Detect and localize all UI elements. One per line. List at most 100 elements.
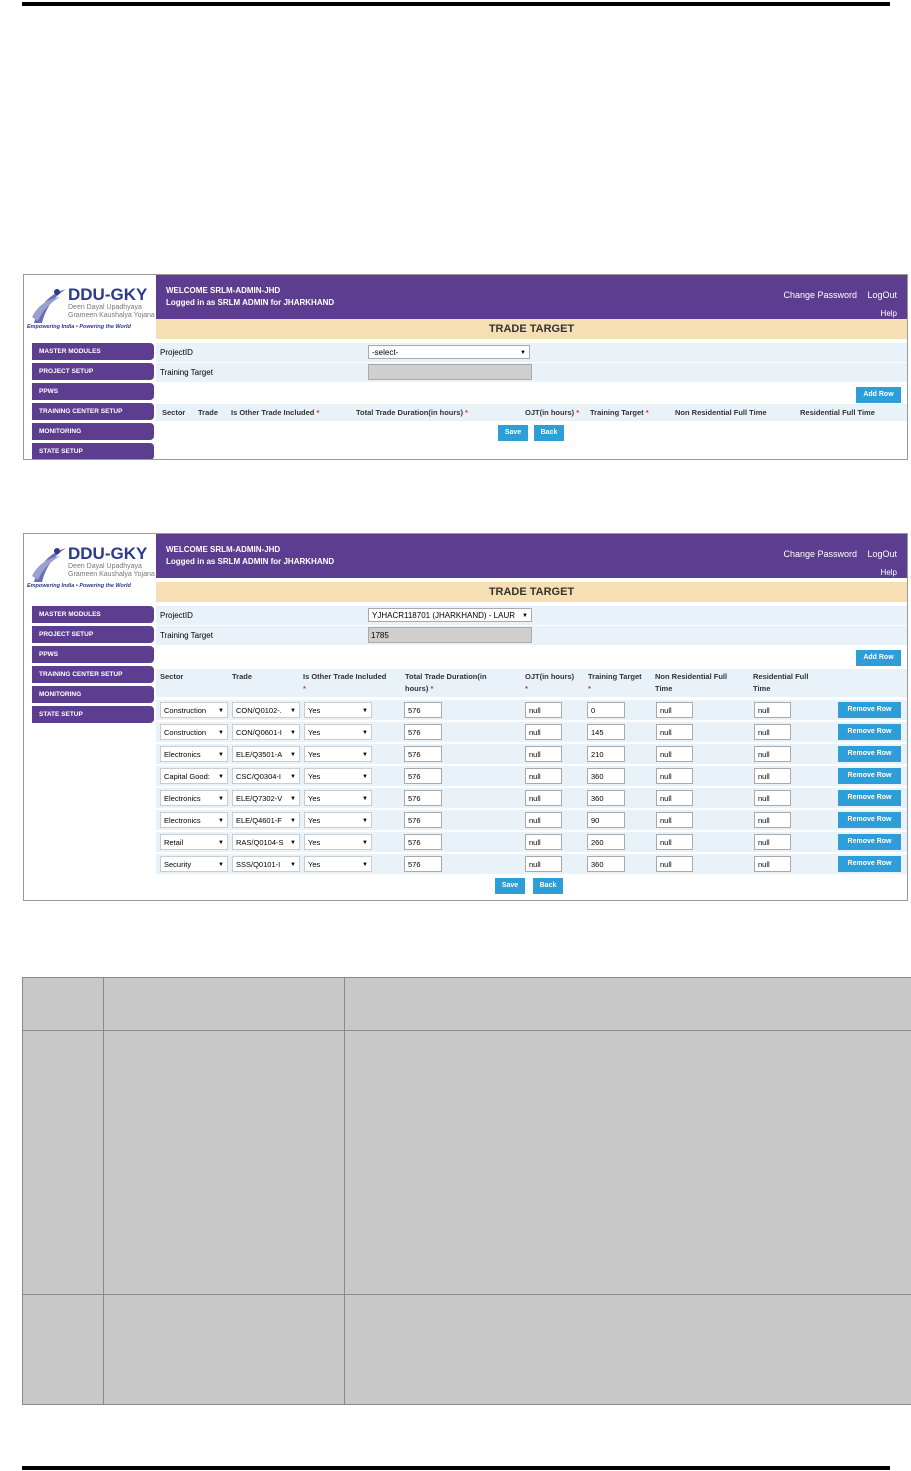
sidebar-item-state-setup[interactable]: STATE SETUP [32,706,154,723]
duration-input[interactable]: 576 [404,724,442,740]
sector-select[interactable]: Construction ▼ [160,724,228,740]
trade-select[interactable]: ELE/Q7302-V ▼ [232,790,300,806]
add-row-button[interactable]: Add Row [856,650,901,666]
help-link[interactable]: Help [881,568,897,577]
sector-select[interactable]: Construction ▼ [160,702,228,718]
remove-row-button[interactable]: Remove Row [838,724,901,740]
duration-input[interactable]: 576 [404,702,442,718]
non-residential-input[interactable]: null [656,856,693,872]
non-residential-input[interactable]: null [656,834,693,850]
sidebar-item-state-setup[interactable]: STATE SETUP [32,443,154,459]
non-residential-input[interactable]: null [656,812,693,828]
sidebar-item-monitoring[interactable]: MONITORING [32,686,154,703]
ojt-input[interactable]: null [525,812,562,828]
other-trade-select[interactable]: Yes ▼ [304,812,372,828]
change-password-link[interactable]: Change Password [783,290,857,300]
sidebar-item-ppws[interactable]: PPWS [32,383,154,400]
duration-input[interactable]: 576 [404,768,442,784]
sector-select[interactable]: Retail ▼ [160,834,228,850]
training-target-input[interactable]: 210 [587,746,625,762]
project-select[interactable]: YJHACR118701 (JHARKHAND) - LAUR ▼ [368,608,532,622]
sidebar-item-training-center-setup[interactable]: TRAINING CENTER SETUP [32,666,154,683]
non-residential-input[interactable]: null [656,768,693,784]
remove-row-button[interactable]: Remove Row [838,702,901,718]
logout-link[interactable]: LogOut [867,549,897,559]
project-select[interactable]: -select- ▼ [368,345,530,359]
trade-select[interactable]: ELE/Q3501-A ▼ [232,746,300,762]
save-button[interactable]: Save [495,878,525,894]
trade-select[interactable]: ELE/Q4601-F ▼ [232,812,300,828]
remove-row-button[interactable]: Remove Row [838,790,901,806]
residential-input[interactable]: null [754,812,791,828]
duration-input[interactable]: 576 [404,790,442,806]
remove-row-button[interactable]: Remove Row [838,768,901,784]
other-trade-select[interactable]: Yes ▼ [304,856,372,872]
ojt-input[interactable]: null [525,746,562,762]
residential-input[interactable]: null [754,768,791,784]
save-button[interactable]: Save [498,425,528,441]
other-trade-select[interactable]: Yes ▼ [304,768,372,784]
non-residential-input[interactable]: null [656,746,693,762]
sidebar-item-monitoring[interactable]: MONITORING [32,423,154,440]
other-trade-select[interactable]: Yes ▼ [304,702,372,718]
training-target-input[interactable]: 260 [587,834,625,850]
sector-select[interactable]: Capital Good: ▼ [160,768,228,784]
other-trade-select[interactable]: Yes ▼ [304,790,372,806]
sidebar-item-project-setup[interactable]: PROJECT SETUP [32,626,154,643]
ojt-input[interactable]: null [525,790,562,806]
duration-input[interactable]: 576 [404,812,442,828]
remove-row-button[interactable]: Remove Row [838,856,901,872]
sidebar-item-ppws[interactable]: PPWS [32,646,154,663]
ojt-input[interactable]: null [525,768,562,784]
help-link[interactable]: Help [881,309,897,318]
training-target-input[interactable]: 360 [587,790,625,806]
ojt-input[interactable]: null [525,834,562,850]
sidebar-item-master-modules[interactable]: MASTER MODULES [32,606,154,623]
trade-select[interactable]: CSC/Q0304-I ▼ [232,768,300,784]
non-residential-input[interactable]: null [656,702,693,718]
sidebar-item-project-setup[interactable]: PROJECT SETUP [32,363,154,380]
residential-input[interactable]: null [754,790,791,806]
training-target-input[interactable]: 90 [587,812,625,828]
residential-input[interactable]: null [754,724,791,740]
training-target-input[interactable]: 360 [587,856,625,872]
ojt-input[interactable]: null [525,702,562,718]
other-trade-select[interactable]: Yes ▼ [304,834,372,850]
ojt-input[interactable]: null [525,856,562,872]
sector-select[interactable]: Electronics ▼ [160,812,228,828]
residential-input[interactable]: null [754,746,791,762]
training-target-input[interactable]: 1785 [368,627,532,643]
duration-input[interactable]: 576 [404,746,442,762]
non-residential-input[interactable]: null [656,724,693,740]
sector-select[interactable]: Security ▼ [160,856,228,872]
other-trade-select[interactable]: Yes ▼ [304,724,372,740]
back-button[interactable]: Back [533,878,563,894]
back-button[interactable]: Back [534,425,564,441]
change-password-link[interactable]: Change Password [783,549,857,559]
training-target-input[interactable]: 360 [587,768,625,784]
non-residential-input[interactable]: null [656,790,693,806]
residential-input[interactable]: null [754,834,791,850]
logout-link[interactable]: LogOut [867,290,897,300]
other-trade-select[interactable]: Yes ▼ [304,746,372,762]
duration-input[interactable]: 576 [404,856,442,872]
remove-row-button[interactable]: Remove Row [838,834,901,850]
sidebar-item-training-center-setup[interactable]: TRAINING CENTER SETUP [32,403,154,420]
training-target-input[interactable] [368,364,532,380]
trade-select[interactable]: CON/Q0601-I ▼ [232,724,300,740]
add-row-button[interactable]: Add Row [856,387,901,403]
sector-select[interactable]: Electronics ▼ [160,790,228,806]
duration-input[interactable]: 576 [404,834,442,850]
training-target-input[interactable]: 145 [587,724,625,740]
ojt-input[interactable]: null [525,724,562,740]
training-target-input[interactable]: 0 [587,702,625,718]
residential-input[interactable]: null [754,702,791,718]
remove-row-button[interactable]: Remove Row [838,812,901,828]
trade-select[interactable]: CON/Q0102-. ▼ [232,702,300,718]
trade-select[interactable]: RAS/Q0104-S ▼ [232,834,300,850]
sector-select[interactable]: Electronics ▼ [160,746,228,762]
remove-row-button[interactable]: Remove Row [838,746,901,762]
trade-select[interactable]: SSS/Q0101-I ▼ [232,856,300,872]
residential-input[interactable]: null [754,856,791,872]
sidebar-item-master-modules[interactable]: MASTER MODULES [32,343,154,360]
